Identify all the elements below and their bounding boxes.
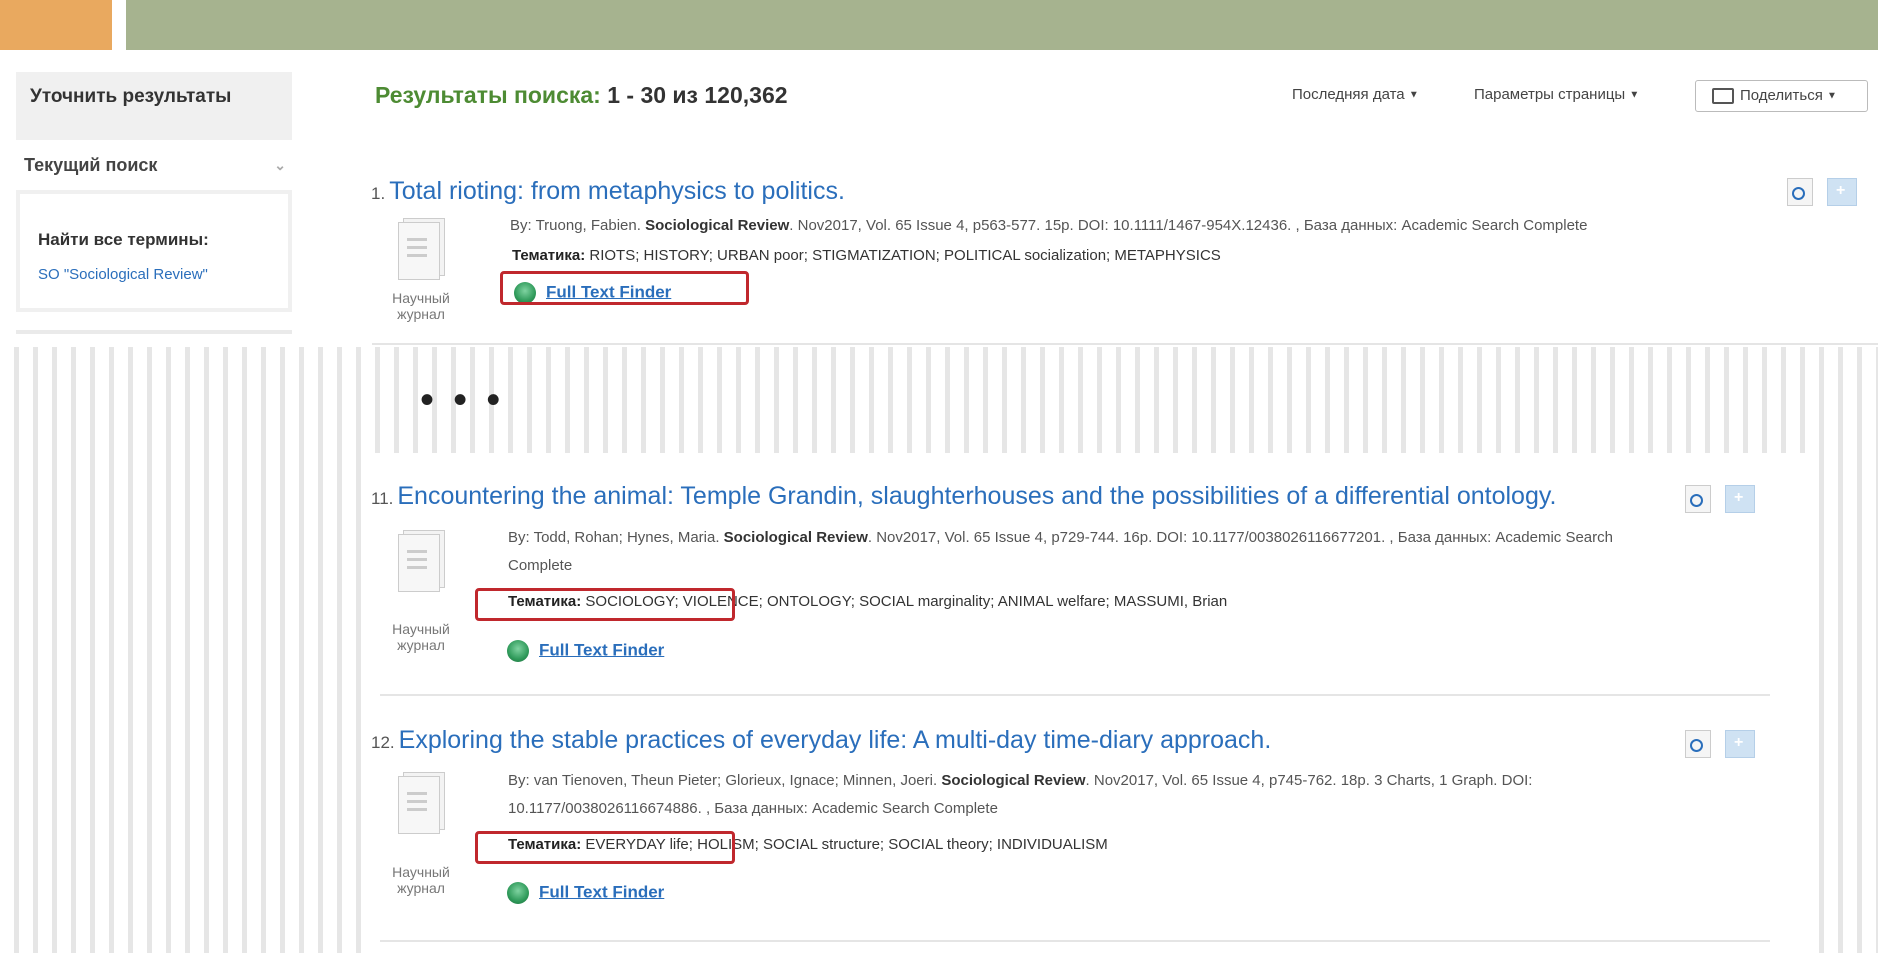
result-title-link[interactable]: 1. Total rioting: from metaphysics to pol…: [371, 177, 845, 206]
results-label: Результаты поиска:: [375, 82, 601, 108]
authors: By: Todd, Rohan; Hynes, Maria.: [508, 529, 720, 546]
share-button[interactable]: Поделиться ▼: [1695, 80, 1868, 112]
subjects-list: RIOTS; HISTORY; URBAN poor; STIGMATIZATI…: [589, 247, 1221, 264]
result-divider: [380, 940, 1770, 942]
publication-details: . Nov2017, Vol. 65 Issue 4, p745-762. 18…: [1085, 772, 1533, 789]
search-term-link[interactable]: SO "Sociological Review": [38, 266, 288, 283]
sidebar-divider: [16, 330, 292, 334]
full-text-finder-icon: [507, 640, 529, 662]
result-meta: By: Todd, Rohan; Hynes, Maria. Sociologi…: [508, 524, 1758, 580]
document-icon: [395, 772, 447, 834]
current-search-toggle[interactable]: Текущий поиск ⌄: [16, 155, 292, 183]
share-label: Поделиться: [1740, 87, 1823, 104]
authors: By: van Tienoven, Theun Pieter; Glorieux…: [508, 772, 938, 789]
chevron-down-icon: ⌄: [274, 157, 286, 173]
document-icon: [395, 218, 447, 280]
highlight-box: [475, 831, 735, 864]
journal-name: Sociological Review: [645, 217, 790, 234]
full-text-finder-label: Full Text Finder: [539, 640, 665, 660]
results-count-heading: Результаты поиска: 1 - 30 из 120,362: [375, 82, 788, 109]
find-all-terms-label: Найти все термины:: [38, 230, 209, 249]
result-divider: [380, 694, 1770, 696]
subjects-label: Тематика:: [512, 247, 586, 264]
highlight-box: [475, 588, 735, 621]
result-number: 1.: [371, 184, 386, 203]
publication-details-continued: Complete: [508, 557, 573, 574]
doc-type-label: Научный журнал: [392, 621, 450, 653]
banner-green-bar: [126, 0, 1878, 50]
caret-down-icon: ▼: [1827, 90, 1837, 102]
preview-icon[interactable]: [1787, 178, 1813, 206]
page-options-dropdown[interactable]: Параметры страницы ▼: [1474, 86, 1639, 103]
result-number: 11.: [371, 489, 394, 508]
result-title-text: Encountering the animal: Temple Grandin,…: [397, 482, 1557, 510]
journal-name: Sociological Review: [941, 772, 1086, 789]
result-subjects: Тематика: RIOTS; HISTORY; URBAN poor; ST…: [512, 247, 1221, 264]
result-actions: [1685, 730, 1755, 758]
add-to-folder-icon[interactable]: [1725, 730, 1755, 758]
full-text-finder-link[interactable]: Full Text Finder: [507, 882, 664, 904]
page-options-label: Параметры страницы: [1474, 86, 1626, 103]
result-number: 12.: [371, 733, 395, 752]
full-text-finder-label: Full Text Finder: [539, 882, 665, 902]
authors: By: Truong, Fabien.: [510, 217, 641, 234]
highlight-box: [500, 271, 749, 305]
doc-type-label: Научный журнал: [392, 864, 450, 896]
full-text-finder-icon: [507, 882, 529, 904]
omitted-results-ellipsis: • • •: [420, 378, 505, 422]
publication-details: . Nov2017, Vol. 65 Issue 4, p563-577. 15…: [789, 217, 1588, 234]
result-divider: [372, 343, 1878, 345]
add-to-folder-icon[interactable]: [1725, 485, 1755, 513]
document-icon: [395, 530, 447, 592]
full-text-finder-link[interactable]: Full Text Finder: [507, 640, 664, 662]
result-actions: [1685, 485, 1755, 513]
result-title-link[interactable]: 12. Exploring the stable practices of eve…: [371, 726, 1271, 755]
refine-results-header: Уточнить результаты: [16, 72, 292, 140]
result-title-link[interactable]: 11. Encountering the animal: Temple Grand…: [371, 482, 1556, 511]
preview-icon[interactable]: [1685, 485, 1711, 513]
doc-type-label: Научный журнал: [392, 290, 450, 322]
search-terms-box: Найти все термины: SO "Sociological Revi…: [16, 190, 292, 312]
caret-down-icon: ▼: [1629, 89, 1640, 101]
results-range: 1 - 30 из 120,362: [607, 82, 788, 108]
result-meta: By: Truong, Fabien. Sociological Review.…: [510, 212, 1860, 240]
banner-orange-block: [0, 0, 112, 50]
publication-details-continued: 10.1177/0038026116674886. , База данных:…: [508, 800, 998, 817]
sort-label: Последняя дата: [1292, 86, 1405, 103]
current-search-label: Текущий поиск: [24, 155, 158, 175]
share-icon: [1712, 88, 1734, 105]
caret-down-icon: ▼: [1408, 89, 1419, 101]
publication-details: . Nov2017, Vol. 65 Issue 4, p729-744. 16…: [867, 529, 1613, 546]
sort-dropdown[interactable]: Последняя дата ▼: [1292, 86, 1419, 103]
result-title-text: Exploring the stable practices of everyd…: [398, 726, 1272, 754]
journal-name: Sociological Review: [723, 529, 868, 546]
add-to-folder-icon[interactable]: [1827, 178, 1857, 206]
result-actions: [1787, 178, 1857, 206]
result-title-text: Total rioting: from metaphysics to polit…: [389, 177, 845, 205]
result-meta: By: van Tienoven, Theun Pieter; Glorieux…: [508, 767, 1758, 823]
preview-icon[interactable]: [1685, 730, 1711, 758]
refine-results-title: Уточнить результаты: [30, 86, 232, 107]
